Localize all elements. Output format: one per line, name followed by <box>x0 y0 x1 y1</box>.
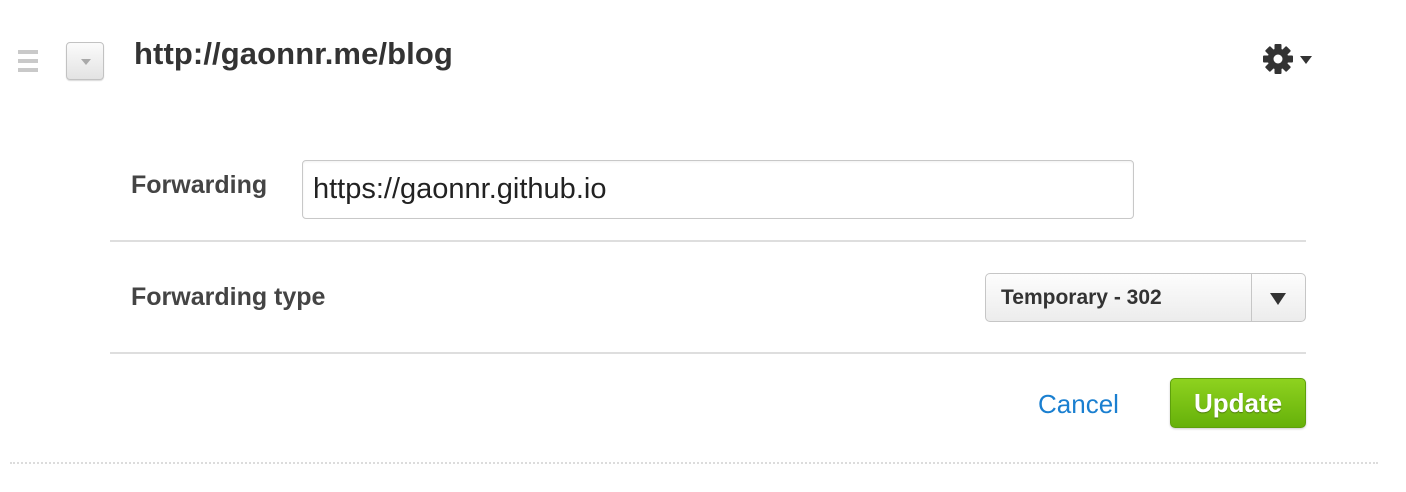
update-button[interactable]: Update <box>1170 378 1306 428</box>
triangle-down-icon <box>1270 293 1286 305</box>
forwarding-type-value: Temporary - 302 <box>1001 286 1162 309</box>
cancel-link[interactable]: Cancel <box>1038 389 1119 420</box>
drag-handle-bar <box>18 68 38 72</box>
divider <box>110 352 1306 354</box>
divider <box>110 240 1306 242</box>
caret-down-icon <box>1300 56 1312 64</box>
drag-handle-bar <box>18 59 38 63</box>
forwarding-url-input[interactable] <box>302 160 1134 219</box>
forwarding-label: Forwarding <box>131 171 268 199</box>
select-separator <box>1251 274 1252 321</box>
drag-handle-bar <box>18 50 38 54</box>
dotted-separator <box>10 462 1378 464</box>
drag-handle-icon[interactable] <box>18 50 40 76</box>
settings-menu-button[interactable] <box>1262 42 1316 76</box>
forwarding-type-label: Forwarding type <box>131 283 326 311</box>
page-title: http://gaonnr.me/blog <box>134 36 453 71</box>
gear-icon <box>1263 44 1293 74</box>
forwarding-type-select[interactable]: Temporary - 302 <box>985 273 1306 322</box>
collapse-toggle-button[interactable] <box>66 42 104 80</box>
chevron-down-icon <box>81 59 91 65</box>
